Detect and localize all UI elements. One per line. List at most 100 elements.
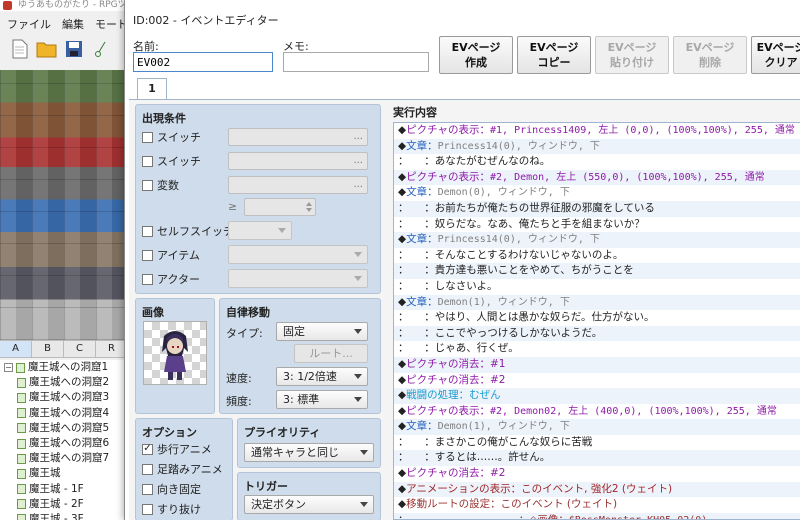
cut-button[interactable]	[89, 36, 113, 62]
command-line[interactable]: ◆文章：Princess14(0), ウィンドウ, 下	[394, 232, 800, 248]
ev-page-paste-button[interactable]: EVページ 貼り付け	[595, 36, 669, 74]
command-line[interactable]: ◆文章：Demon(1), ウィンドウ, 下	[394, 294, 800, 311]
tile-palette[interactable]	[0, 70, 130, 340]
ev-page-clear-button[interactable]: EVページ クリア	[751, 36, 800, 74]
tile-tab-c[interactable]: C	[64, 341, 96, 357]
switch2-checkbox[interactable]	[142, 155, 153, 167]
command-text: アニメーションの表示：このイベント, 強化2 (ウェイト)	[406, 482, 673, 495]
folder-icon	[36, 42, 57, 58]
map-tree-item[interactable]: 魔王城 - 3F	[0, 512, 130, 520]
command-line[interactable]: ◆ピクチャの消去：#1	[394, 356, 800, 373]
command-line[interactable]: ◆ピクチャの表示：#2, Demon02, 左上 (400,0), (100%,…	[394, 404, 800, 420]
command-line[interactable]: ： ：あなたがむぜんなのね。	[394, 154, 800, 170]
save-project-button[interactable]	[62, 36, 86, 62]
ev-page-copy-button[interactable]: EVページ コピー	[517, 36, 591, 74]
command-line[interactable]: ◆文章：Demon(0), ウィンドウ, 下	[394, 185, 800, 201]
command-line[interactable]: ： ：しなさいよ。	[394, 279, 800, 295]
condition-self-switch[interactable]: セルフスイッチ	[142, 221, 234, 241]
move-speed-combo[interactable]: 3: 1/2倍速	[276, 367, 368, 386]
command-line[interactable]: ◆ピクチャの表示：#1, Princess1409, 左上 (0,0), (10…	[394, 123, 800, 139]
name-input[interactable]	[133, 52, 273, 72]
move-frequency-combo[interactable]: 3: 標準	[276, 390, 368, 409]
command-line[interactable]: ： ：◇画像：$BossMonster_KH05_02(0)	[394, 512, 800, 519]
direction-fix-checkbox[interactable]	[142, 483, 153, 495]
map-tree-item[interactable]: 魔王城	[0, 466, 130, 481]
command-line[interactable]: ： ：貴方達も悪いことをやめて、ちがうことを	[394, 263, 800, 279]
option-direction-fix[interactable]: 向き固定	[142, 479, 201, 499]
command-text: 文章：	[406, 139, 438, 152]
page-tab-1[interactable]: 1	[137, 78, 167, 100]
route-button: ルート...	[294, 344, 368, 363]
collapse-icon[interactable]: −	[4, 363, 13, 373]
actor-checkbox[interactable]	[142, 273, 153, 285]
command-line[interactable]: ◆ピクチャの表示：#2, Demon, 左上 (550,0), (100%,10…	[394, 169, 800, 186]
menu-file[interactable]: ファイル	[3, 14, 55, 34]
stepping-anime-checkbox[interactable]	[142, 463, 153, 475]
map-icon	[17, 392, 26, 403]
map-tree-item[interactable]: 魔王城への洞窟6	[0, 436, 130, 451]
command-line[interactable]: ： ：奴らだな。なあ、俺たちと手を組まないか？	[394, 217, 800, 233]
option-through[interactable]: すり抜け	[142, 499, 201, 519]
trigger-combo[interactable]: 決定ボタン	[244, 495, 374, 514]
map-tree-item[interactable]: − 魔王城への洞窟1	[0, 360, 130, 375]
map-tree-item[interactable]: 魔王城 - 2F	[0, 497, 130, 512]
command-line[interactable]: ： ：そんなことするわけないじゃないのよ。	[394, 248, 800, 264]
command-diamond-icon: ◆	[398, 498, 407, 511]
tile-tab-a[interactable]: A	[0, 341, 32, 357]
walking-anime-checkbox[interactable]: ✓	[142, 443, 153, 455]
self-switch-combo	[228, 221, 292, 240]
condition-actor[interactable]: アクター	[142, 269, 200, 289]
map-tree-item[interactable]: 魔王城への洞窟7	[0, 451, 130, 466]
condition-switch1[interactable]: スイッチ	[142, 127, 201, 147]
through-label: すり抜け	[157, 503, 201, 516]
command-line[interactable]: ： ：するとは……。許せん。	[394, 450, 800, 467]
condition-variable[interactable]: 変数	[142, 175, 179, 195]
map-tree-label: 魔王城 - 1F	[29, 482, 84, 495]
event-image-selector[interactable]	[143, 321, 207, 385]
actor-label: アクター	[157, 273, 201, 286]
memo-input[interactable]	[283, 52, 429, 72]
ge-symbol: ≥	[228, 200, 238, 213]
variable-checkbox[interactable]	[142, 179, 153, 191]
map-tree-item[interactable]: 魔王城への洞窟4	[0, 406, 130, 421]
command-line[interactable]: ◆文章：Princess14(0), ウィンドウ, 下	[394, 138, 800, 155]
item-checkbox[interactable]	[142, 249, 153, 261]
ev-page-delete-button[interactable]: EVページ 削除	[673, 36, 747, 74]
through-checkbox[interactable]	[142, 503, 153, 515]
priority-combo[interactable]: 通常キャラと同じ	[244, 443, 374, 462]
command-line[interactable]: ： ：やはり、人間とは愚かな奴らだ。仕方がない。	[394, 310, 800, 326]
chevron-down-icon	[278, 228, 286, 233]
switch1-checkbox[interactable]	[142, 131, 153, 143]
map-tree-item[interactable]: 魔王城 - 1F	[0, 482, 130, 497]
new-project-button[interactable]	[8, 36, 32, 62]
command-line[interactable]: ◆文章：Demon(1), ウィンドウ, 下	[394, 419, 800, 435]
condition-item[interactable]: アイテム	[142, 245, 200, 265]
tile-tab-b[interactable]: B	[32, 341, 64, 357]
condition-switch2[interactable]: スイッチ	[142, 151, 201, 171]
map-tree-item[interactable]: 魔王城への洞窟2	[0, 375, 130, 390]
ev-page-create-button[interactable]: EVページ 作成	[439, 36, 513, 74]
map-tree-label: 魔王城への洞窟3	[29, 391, 110, 404]
command-line[interactable]: ： ：まさかこの俺がこんな奴らに苦戦	[394, 435, 800, 451]
menu-edit[interactable]: 編集	[58, 14, 88, 34]
self-switch-checkbox[interactable]	[142, 225, 153, 237]
command-diamond-icon: ◆	[398, 139, 407, 152]
move-frequency-value: 3: 標準	[283, 393, 320, 406]
command-line[interactable]: ： ：お前たちが俺たちの世界征服の邪魔をしている	[394, 200, 800, 217]
command-line[interactable]: ： ：じゃあ、行くぜ。	[394, 341, 800, 357]
command-line[interactable]: ◆移動ルートの設定：このイベント (ウェイト)	[394, 497, 800, 513]
command-line[interactable]: ◆ピクチャの消去：#2	[394, 466, 800, 482]
command-line[interactable]: ◆戦闘の処理：むぜん	[394, 388, 800, 404]
command-line[interactable]: ◆アニメーションの表示：このイベント, 強化2 (ウェイト)	[394, 481, 800, 498]
command-diamond-icon: ◆	[398, 170, 407, 183]
map-tree-item[interactable]: 魔王城への洞窟3	[0, 390, 130, 405]
command-line[interactable]: ： ：ここでやっつけるしかないようだ。	[394, 325, 800, 342]
command-params: #1, Princess1409, 左上 (0,0), (100%,100%),…	[489, 125, 795, 136]
command-line[interactable]: ◆ピクチャの消去：#2	[394, 373, 800, 389]
move-type-combo[interactable]: 固定	[276, 322, 368, 341]
open-project-button[interactable]	[35, 36, 59, 62]
map-tree-item[interactable]: 魔王城への洞窟5	[0, 421, 130, 436]
execution-command-list[interactable]: ◆ピクチャの表示：#1, Princess1409, 左上 (0,0), (10…	[393, 122, 800, 520]
option-walking-anime[interactable]: ✓ 歩行アニメ	[142, 439, 212, 459]
option-stepping-anime[interactable]: 足踏みアニメ	[142, 459, 223, 479]
